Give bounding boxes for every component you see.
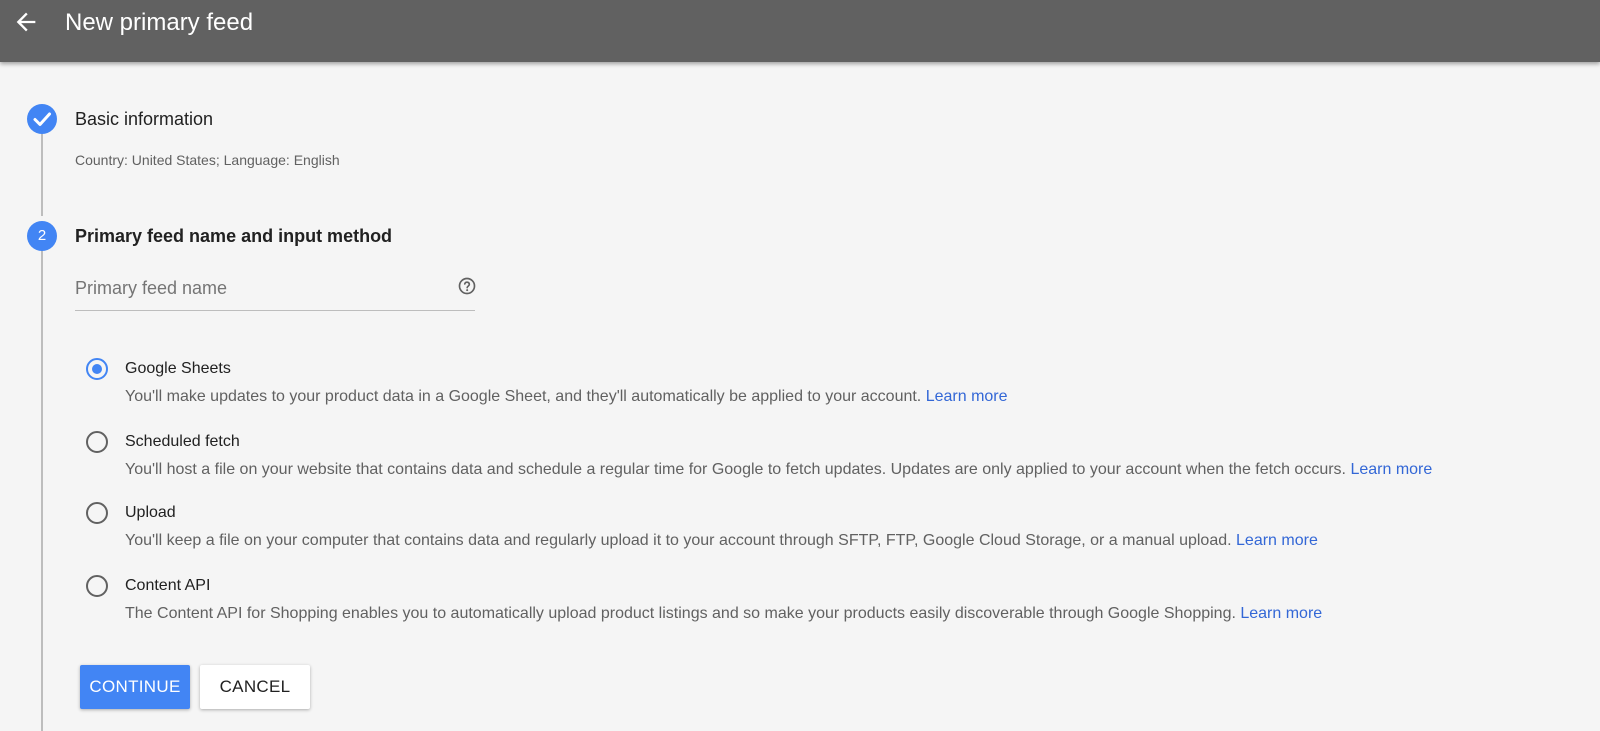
option-label[interactable]: Google Sheets	[125, 359, 231, 379]
radio-scheduled-fetch[interactable]	[86, 431, 108, 453]
feed-name-field	[75, 272, 477, 311]
option-description: You'll host a file on your website that …	[125, 460, 1432, 480]
continue-button[interactable]: CONTINUE	[80, 665, 190, 709]
option-label[interactable]: Scheduled fetch	[125, 432, 240, 452]
option-description-text: You'll host a file on your website that …	[125, 461, 1346, 478]
option-label[interactable]: Upload	[125, 503, 176, 523]
option-description-text: You'll make updates to your product data…	[125, 388, 922, 405]
arrow-back-icon[interactable]	[12, 8, 40, 36]
option-label[interactable]: Content API	[125, 576, 210, 596]
option-description-text: The Content API for Shopping enables you…	[125, 605, 1236, 622]
input-method-option-google-sheets: Google Sheets You'll make updates to you…	[86, 358, 1566, 422]
option-description: You'll make updates to your product data…	[125, 387, 1008, 407]
page-title: New primary feed	[65, 9, 254, 36]
feed-name-input[interactable]	[75, 272, 435, 304]
learn-more-link[interactable]: Learn more	[1350, 461, 1432, 478]
step-title-basic-information: Basic information	[75, 109, 214, 129]
input-method-option-upload: Upload You'll keep a file on your comput…	[86, 502, 1566, 566]
learn-more-link[interactable]: Learn more	[1236, 532, 1318, 549]
check-icon	[33, 112, 51, 126]
step-number-indicator: 2	[27, 221, 57, 251]
option-description: You'll keep a file on your computer that…	[125, 531, 1318, 551]
learn-more-link[interactable]: Learn more	[1240, 605, 1322, 622]
radio-content-api[interactable]	[86, 575, 108, 597]
input-method-option-scheduled-fetch: Scheduled fetch You'll host a file on yo…	[86, 431, 1566, 495]
option-description: The Content API for Shopping enables you…	[125, 604, 1322, 624]
input-method-option-content-api: Content API The Content API for Shopping…	[86, 575, 1566, 639]
step-complete-indicator	[27, 104, 57, 134]
app-header: New primary feed	[0, 0, 1600, 62]
radio-google-sheets[interactable]	[86, 358, 108, 380]
cancel-button[interactable]: CANCEL	[200, 665, 310, 709]
step-title-feed-name-and-input-method: Primary feed name and input method	[75, 226, 393, 246]
option-description-text: You'll keep a file on your computer that…	[125, 532, 1232, 549]
stepper-connector-line	[41, 248, 43, 731]
learn-more-link[interactable]: Learn more	[926, 388, 1008, 405]
help-circle-icon[interactable]	[457, 276, 477, 296]
stepper-connector-line	[41, 134, 43, 216]
radio-upload[interactable]	[86, 502, 108, 524]
step-summary: Country: United States; Language: Englis…	[75, 152, 340, 168]
